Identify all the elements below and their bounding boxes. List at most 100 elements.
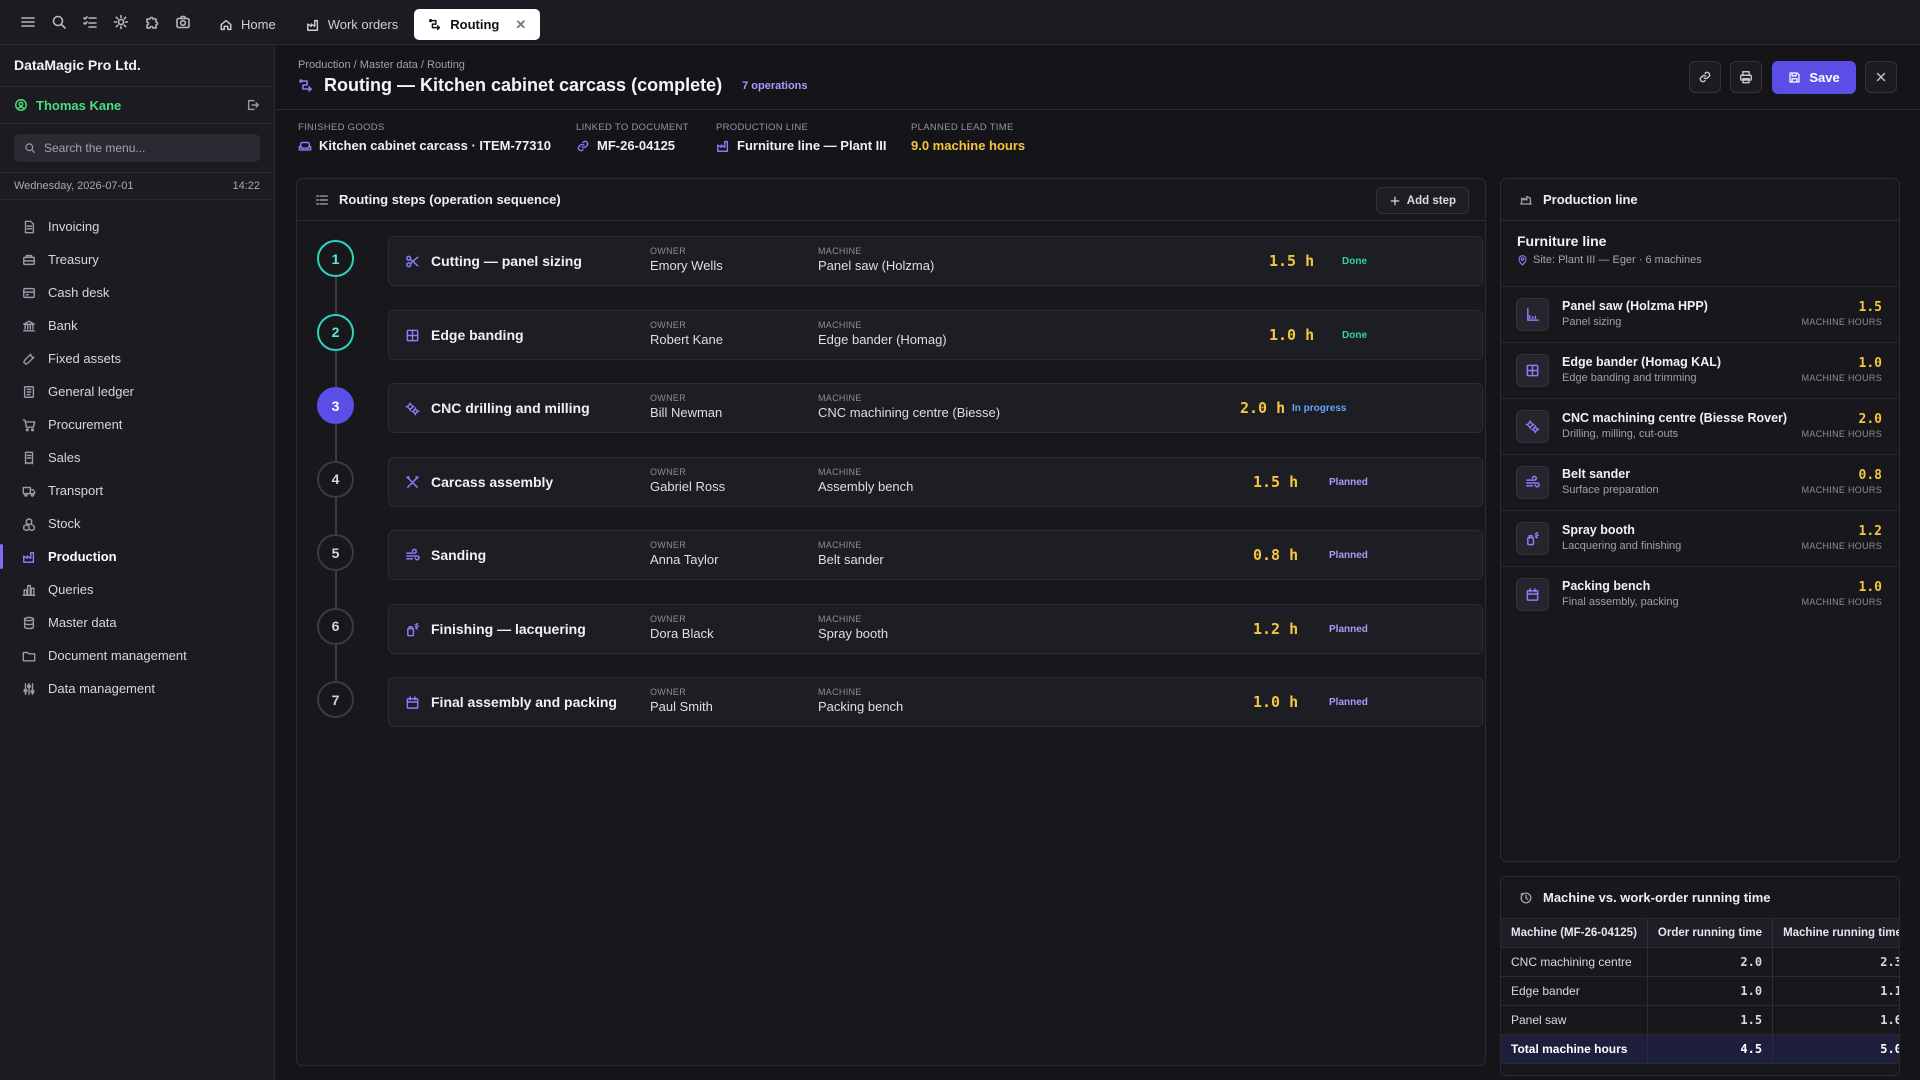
step-card[interactable]: CNC drilling and milling OWNER Bill Newm… [388,383,1483,433]
column-header[interactable]: Order running time [1647,919,1774,948]
routing-step[interactable]: 2 Edge banding OWNER Robert Kane MACHINE… [317,309,1483,360]
sidebar-item-production[interactable]: Production [0,540,274,573]
gear-icon[interactable] [105,7,136,37]
sidebar-item-label: Treasury [48,252,99,267]
status-badge: Done [1342,329,1367,341]
print-button[interactable] [1730,61,1762,93]
step-machine: MACHINE Assembly bench [818,467,913,494]
scissors-icon [405,254,420,269]
copy-link-button[interactable] [1689,61,1721,93]
checklist-icon[interactable] [74,7,105,37]
machine-hours: 2.0 [1858,412,1882,427]
sidebar-item-fixed-assets[interactable]: Fixed assets [0,342,274,375]
meta-value[interactable]: MF-26-04125 [576,138,689,153]
status-badge: Done [1342,256,1367,267]
tab-work-orders[interactable]: Work orders [292,9,413,40]
step-card[interactable]: Finishing — lacquering OWNER Dora Black … [388,603,1483,654]
routing-step[interactable]: 7 Final assembly and packing OWNER Paul … [317,677,1483,727]
save-label: Save [1809,70,1840,85]
machine-row[interactable]: Belt sander Surface preparation 0.8 MACH… [1501,454,1898,510]
sidebar-item-treasury[interactable]: Treasury [0,243,274,276]
step-card[interactable]: Final assembly and packing OWNER Paul Sm… [388,677,1483,727]
grid-icon [1516,354,1549,387]
current-time: 14:22 [232,180,260,192]
close-tab-icon[interactable]: ✕ [515,17,526,33]
logout-icon[interactable] [246,98,260,112]
close-button[interactable] [1865,61,1897,93]
table-row[interactable]: Edge bander 1.0 1.1 [1501,976,1899,1006]
owner-label: OWNER [650,466,686,477]
sidebar-item-data-management[interactable]: Data management [0,672,274,705]
routing-step[interactable]: 5 Sanding OWNER Anna Taylor MACHINE Belt… [317,530,1483,580]
sidebar-item-stock[interactable]: Stock [0,507,274,540]
sidebar-item-cash-desk[interactable]: Cash desk [0,276,274,309]
step-hours: 1.5 h [1269,252,1315,270]
sidebar-item-bank[interactable]: Bank [0,309,274,342]
machine-hours-label: MACHINE HOURS [1801,485,1882,495]
machine-label: MACHINE [818,393,862,403]
routing-step[interactable]: 3 CNC drilling and milling OWNER Bill Ne… [317,383,1483,433]
machine-label: MACHINE [818,687,862,697]
folder-icon [22,649,36,663]
cash-icon [22,286,36,300]
sidebar-item-transport[interactable]: Transport [0,474,274,507]
search-icon [24,142,36,154]
tab-routing[interactable]: Routing ✕ [414,9,541,40]
step-card[interactable]: Carcass assembly OWNER Gabriel Ross MACH… [388,456,1483,507]
puzzle-icon[interactable] [136,7,167,37]
sidebar-item-procurement[interactable]: Procurement [0,408,274,441]
user-name[interactable]: Thomas Kane [36,98,238,113]
sidebar-item-document-management[interactable]: Document management [0,639,274,672]
package-icon [405,695,420,710]
machine-row[interactable]: Spray booth Lacquering and finishing 1.2… [1501,510,1898,566]
gears-icon [405,401,420,416]
step-hours: 2.0 h [1240,399,1286,417]
machine-hours: 0.8 [1858,468,1882,483]
machine-row[interactable]: Packing bench Final assembly, packing 1.… [1501,566,1898,622]
sidebar-item-master-data[interactable]: Master data [0,606,274,639]
table-row[interactable]: Panel saw 1.5 1.6 [1501,1005,1899,1035]
sidebar-item-sales[interactable]: Sales [0,441,274,474]
machine-description: Final assembly, packing [1562,596,1679,608]
lead-time-value: 9.0 machine hours [911,138,1026,153]
routing-step[interactable]: 1 Cutting — panel sizing OWNER Emory Wel… [317,236,1483,286]
save-button[interactable]: Save [1772,61,1856,94]
owner-label: OWNER [650,540,686,550]
machine-value: Spray booth [818,625,889,641]
column-header[interactable]: Machine (MF-26-04125) [1501,919,1648,948]
cell-machine: Edge bander [1501,976,1648,1006]
step-card[interactable]: Cutting — panel sizing OWNER Emory Wells… [388,236,1483,286]
camera-icon[interactable] [167,7,198,37]
column-header[interactable]: Machine running time [1772,919,1899,948]
step-card[interactable]: Edge banding OWNER Robert Kane MACHINE E… [388,309,1483,360]
sidebar-item-invoicing[interactable]: Invoicing [0,210,274,243]
machine-row[interactable]: CNC machining centre (Biesse Rover) Dril… [1501,398,1898,454]
machine-row[interactable]: Edge bander (Homag KAL) Edge banding and… [1501,342,1898,398]
routing-step[interactable]: 6 Finishing — lacquering OWNER Dora Blac… [317,603,1483,654]
machine-label: MACHINE [818,466,862,477]
step-machine: MACHINE Belt sander [818,540,884,567]
sidebar-item-queries[interactable]: Queries [0,573,274,606]
table-row[interactable]: CNC machining centre 2.0 2.3 [1501,947,1899,977]
search-icon[interactable] [43,7,74,37]
step-card[interactable]: Sanding OWNER Anna Taylor MACHINE Belt s… [388,530,1483,580]
table-total-row: Total machine hours 4.5 5.0 [1501,1034,1899,1064]
panel-title: Production line [1543,192,1638,207]
menu-search-input[interactable] [44,141,244,155]
routing-step[interactable]: 4 Carcass assembly OWNER Gabriel Ross MA… [317,456,1483,507]
tab-home[interactable]: Home [205,9,290,40]
step-machine: MACHINE Packing bench [818,687,903,714]
add-step-button[interactable]: Add step [1375,187,1469,214]
step-number: 7 [317,681,354,718]
sidebar-item-label: Cash desk [48,285,110,300]
sidebar-item-general-ledger[interactable]: General ledger [0,375,274,408]
step-machine: MACHINE Edge bander (Homag) [818,320,947,347]
wrench-icon [22,352,36,366]
step-number: 3 [317,387,354,424]
meta-label: LINKED TO DOCUMENT [576,122,689,133]
step-hours: 1.0 h [1253,693,1299,711]
meta-value: Kitchen cabinet carcass · ITEM-77310 [298,138,551,153]
machine-row[interactable]: Panel saw (Holzma HPP) Panel sizing 1.5 … [1501,286,1898,342]
machine-hours: 1.0 [1858,356,1882,371]
menu-icon[interactable] [12,7,43,37]
